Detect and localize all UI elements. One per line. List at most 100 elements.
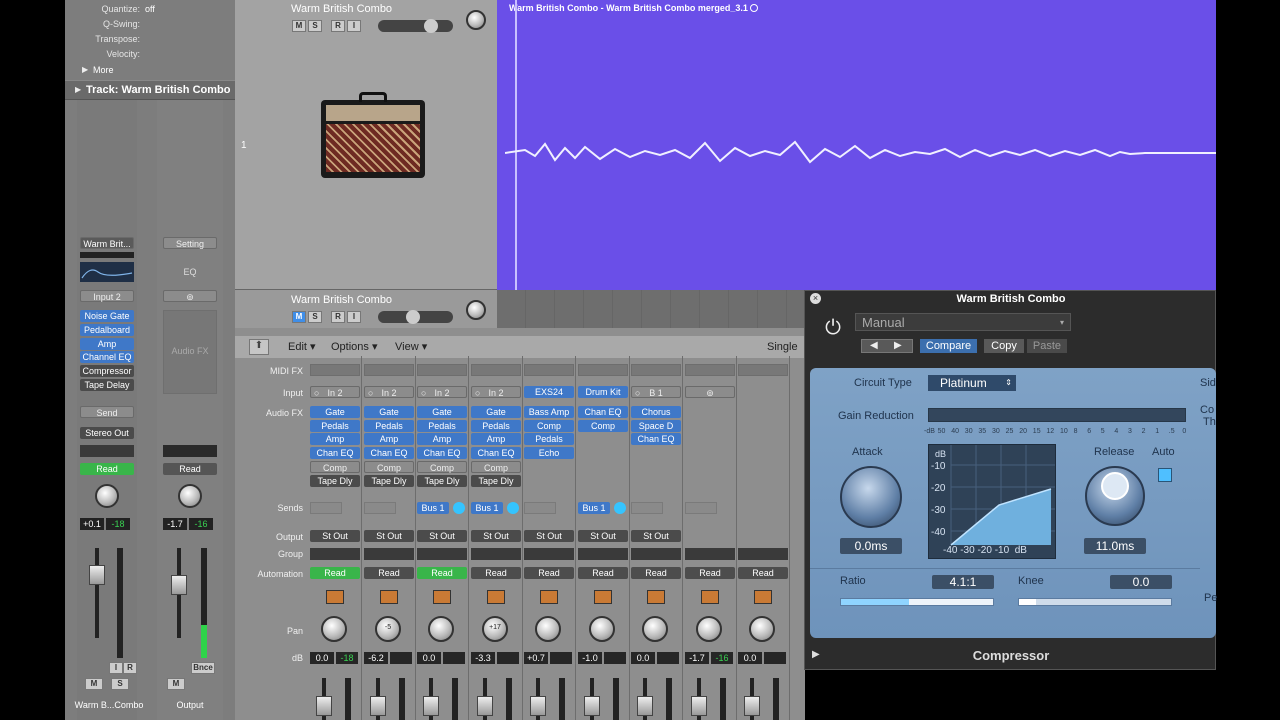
attack-value[interactable]: 0.0ms [840,538,902,554]
group-slot[interactable] [364,548,414,560]
previous-preset-icon[interactable]: ◀ [870,340,878,351]
send-slot[interactable] [685,502,717,514]
fx-slot[interactable]: Echo [524,447,574,459]
input-monitor-button[interactable]: I [347,20,361,32]
fx-slot[interactable]: Pedals [310,420,360,432]
volume-fader-cap[interactable] [637,696,653,716]
pan-knob[interactable] [466,300,486,320]
pan-knob[interactable] [696,616,722,642]
record-button[interactable]: R [331,20,345,32]
fx-slot[interactable]: Chan EQ [417,447,467,459]
send-slot[interactable]: Send [80,406,134,418]
volume-fader-cap[interactable] [423,696,439,716]
fx-slot[interactable]: Tape Dly [417,475,467,487]
output-slot[interactable]: St Out [578,530,628,542]
options-menu[interactable]: Options ▾ [331,339,378,355]
audio-fx-area[interactable]: Audio FX [163,310,217,394]
fx-slot[interactable]: Bass Amp [524,406,574,418]
fx-slot[interactable]: Comp [417,461,467,473]
record-button[interactable]: R [331,311,345,323]
track-icon[interactable] [540,590,558,604]
track-icon[interactable] [433,590,451,604]
pan-knob[interactable] [321,616,347,642]
fx-slot[interactable]: Gate [310,406,360,418]
output-slot[interactable]: St Out [524,530,574,542]
link-icon[interactable]: ⊚ [685,386,735,398]
volume-slider[interactable] [378,310,453,324]
fx-slot[interactable]: Chan EQ [364,447,414,459]
fx-slot[interactable]: Channel EQ [80,351,134,363]
input-monitor-button[interactable]: I [109,662,123,674]
track-icon[interactable] [326,590,344,604]
knee-value[interactable]: 0.0 [1110,575,1172,589]
pan-knob[interactable] [642,616,668,642]
up-arrow-icon[interactable]: ⬆ [249,339,269,355]
midi-fx-slot[interactable] [524,364,574,376]
pan-knob[interactable]: +17 [482,616,508,642]
send-slot[interactable] [631,502,663,514]
volume-fader-cap[interactable] [89,565,105,585]
input-slot[interactable]: ○ In 2 [417,386,467,398]
mute-button[interactable]: M [292,20,306,32]
track-disclosure-icon[interactable]: ▶ [75,85,81,94]
automation-button[interactable]: Read [738,567,788,579]
setting-button[interactable]: Setting [163,237,217,249]
pan-knob[interactable] [95,484,119,508]
eq-label[interactable]: EQ [163,267,217,277]
group-slot[interactable] [310,548,360,560]
send-slot[interactable] [310,502,342,514]
more-label[interactable]: More [93,65,114,75]
fx-slot[interactable]: Comp [310,461,360,473]
midi-fx-slot[interactable] [471,364,521,376]
volume-fader-cap[interactable] [477,696,493,716]
send-slot[interactable]: Bus 1 [578,502,610,514]
track-header-2[interactable]: Warm British Combo M S R I [235,290,497,328]
pan-knob[interactable] [535,616,561,642]
input-slot[interactable]: Drum Kit [578,386,628,398]
track-icon[interactable] [647,590,665,604]
automation-button[interactable]: Read [631,567,681,579]
attack-knob[interactable] [840,466,902,528]
eq-curve-display[interactable] [80,262,134,282]
group-slot[interactable] [738,548,788,560]
track-icon[interactable] [594,590,612,604]
edit-menu[interactable]: Edit ▾ [288,339,316,355]
circuit-type-menu[interactable]: Platinum ⇕ [928,375,1016,391]
volume-fader-cap[interactable] [584,696,600,716]
fx-slot[interactable]: Tape Delay [80,379,134,391]
auto-checkbox[interactable] [1158,468,1172,482]
volume-fader-track[interactable] [95,548,99,638]
link-icon[interactable]: ⊚ [163,290,217,302]
track-header-1[interactable]: Warm British Combo M S R I 1 [235,0,497,290]
pan-knob[interactable] [466,10,486,30]
volume-fader-cap[interactable] [691,696,707,716]
fx-slot[interactable]: Chan EQ [631,433,681,445]
view-menu[interactable]: View ▾ [395,339,427,355]
group-slot[interactable] [631,548,681,560]
fx-slot[interactable]: Amp [364,433,414,445]
fx-slot[interactable]: Tape Dly [310,475,360,487]
bounce-button[interactable]: Bnce [191,662,215,674]
compare-button[interactable]: Compare [920,339,977,353]
track-icon[interactable] [380,590,398,604]
pan-knob[interactable] [178,484,202,508]
fx-slot[interactable]: Amp [310,433,360,445]
fx-slot[interactable]: Comp [524,420,574,432]
volume-fader-cap[interactable] [370,696,386,716]
fx-slot[interactable]: Comp [364,461,414,473]
mute-button[interactable]: M [85,678,103,690]
automation-button[interactable]: Read [578,567,628,579]
record-enable-button[interactable]: R [123,662,137,674]
volume-fader-cap[interactable] [744,696,760,716]
fx-slot[interactable]: Space D [631,420,681,432]
release-knob[interactable] [1085,466,1145,526]
mute-button[interactable]: M [292,311,306,323]
group-slot[interactable] [578,548,628,560]
solo-button[interactable]: S [308,311,322,323]
input-slot[interactable]: ○ In 2 [310,386,360,398]
release-value[interactable]: 11.0ms [1084,538,1146,554]
input-slot[interactable]: Input 2 [80,290,134,302]
group-slot[interactable] [80,445,134,457]
midi-fx-slot[interactable] [685,364,735,376]
track-disclosure[interactable]: ▶ Track: Warm British Combo [65,80,235,100]
